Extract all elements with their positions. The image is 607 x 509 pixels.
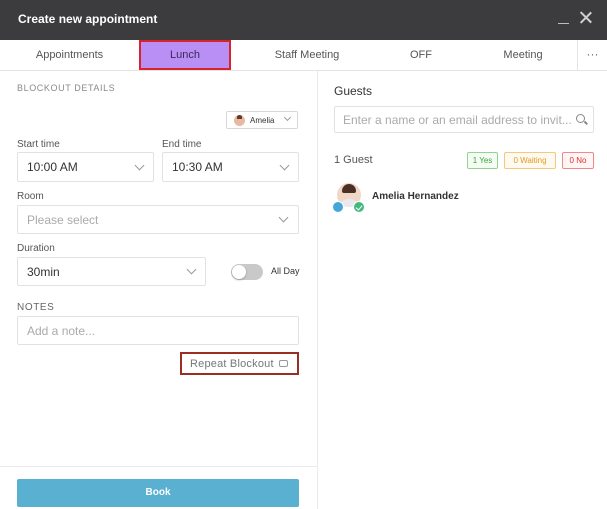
yes-badge: 1 Yes [467, 152, 498, 169]
notes-input[interactable]: Add a note... [17, 316, 299, 345]
employee-avatar [234, 115, 245, 126]
duration-label: Duration [17, 243, 55, 254]
tabs-more-button[interactable]: ··· [577, 40, 607, 70]
duration-select[interactable]: 30min [17, 257, 206, 286]
search-icon[interactable] [576, 114, 585, 123]
tab-appointments[interactable]: Appointments [0, 40, 139, 70]
footer-divider [0, 466, 317, 467]
book-button[interactable]: Book [17, 479, 299, 507]
check-status-icon [353, 201, 365, 213]
title-bar: Create new appointment [0, 0, 607, 40]
no-badge: 0 No [562, 152, 594, 169]
end-time-label: End time [162, 139, 202, 150]
blockout-details-heading: BLOCKOUT DETAILS [17, 83, 116, 93]
start-time-select[interactable]: 10:00 AM [17, 152, 154, 182]
repeat-icon [279, 360, 288, 367]
tab-off[interactable]: OFF [376, 40, 466, 70]
minimize-icon[interactable] [558, 8, 570, 26]
all-day-label: All Day [271, 266, 300, 276]
chevron-down-icon [278, 212, 289, 223]
room-select[interactable]: Please select [17, 205, 299, 234]
close-icon[interactable] [579, 11, 592, 24]
window-title: Create new appointment [18, 12, 158, 26]
employee-name: Amelia [250, 116, 275, 125]
start-time-value: 10:00 AM [27, 160, 78, 174]
employee-select[interactable]: Amelia [226, 111, 298, 129]
guest-count: 1 Guest [334, 154, 373, 166]
duration-value: 30min [27, 265, 60, 279]
blockout-tabs: Appointments Lunch Staff Meeting OFF Mee… [0, 40, 607, 71]
chevron-down-icon [186, 264, 197, 275]
room-placeholder: Please select [27, 213, 99, 227]
end-time-select[interactable]: 10:30 AM [162, 152, 299, 182]
chevron-down-icon [134, 160, 145, 171]
tab-meeting[interactable]: Meeting [478, 40, 568, 70]
guest-name: Amelia Hernandez [372, 191, 459, 202]
tab-lunch[interactable]: Lunch [139, 40, 231, 70]
chevron-down-icon [283, 113, 292, 122]
toggle-knob [232, 265, 246, 279]
repeat-blockout-label: Repeat Blockout [190, 358, 274, 370]
notes-placeholder: Add a note... [27, 324, 96, 338]
chevron-down-icon [279, 160, 290, 171]
tab-staff-meeting[interactable]: Staff Meeting [240, 40, 374, 70]
all-day-toggle[interactable] [231, 264, 263, 280]
guest-search-placeholder: Enter a name or an email address to invi… [343, 113, 572, 127]
waiting-badge: 0 Waiting [504, 152, 556, 169]
info-status-icon [332, 201, 344, 213]
start-time-label: Start time [17, 139, 60, 150]
room-label: Room [17, 191, 44, 202]
panel-divider [317, 71, 318, 509]
guest-search-input[interactable]: Enter a name or an email address to invi… [334, 106, 594, 133]
guests-heading: Guests [334, 84, 373, 98]
repeat-blockout-button[interactable]: Repeat Blockout [180, 352, 299, 375]
end-time-value: 10:30 AM [172, 160, 223, 174]
notes-label: NOTES [17, 302, 55, 313]
